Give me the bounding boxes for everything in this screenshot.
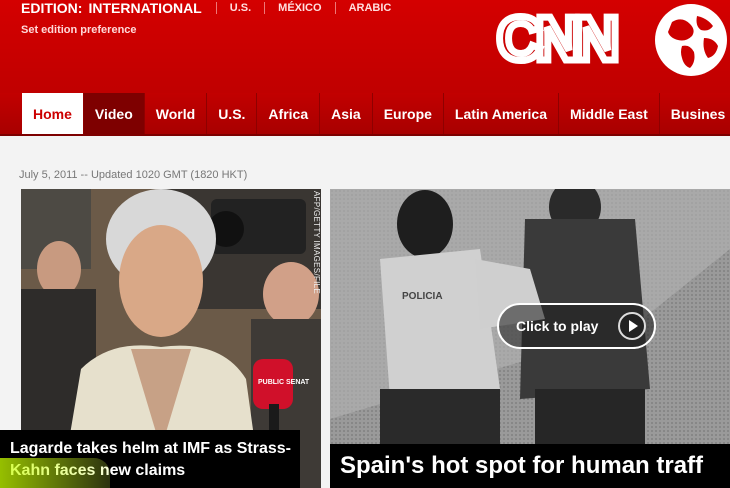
- edition-link-mexico[interactable]: MÉXICO: [264, 2, 334, 14]
- cnn-logo[interactable]: CNN: [495, 4, 645, 70]
- globe-icon: [655, 4, 727, 76]
- nav-item-business[interactable]: Busines: [660, 93, 730, 134]
- edition-bar: EDITION: INTERNATIONAL U.S. MÉXICO ARABI…: [21, 0, 404, 16]
- edition-label: EDITION:: [21, 0, 83, 16]
- nav-item-latin-america[interactable]: Latin America: [444, 93, 559, 134]
- nav-item-middle-east[interactable]: Middle East: [559, 93, 660, 134]
- story-spain-headline[interactable]: Spain's hot spot for human traff: [340, 452, 703, 480]
- nav-item-video[interactable]: Video: [83, 93, 145, 134]
- play-label[interactable]: Click to play: [516, 318, 598, 334]
- main-nav: Home Video World U.S. Africa Asia Europe…: [0, 93, 730, 136]
- edition-link-us[interactable]: U.S.: [215, 2, 264, 14]
- nav-item-home[interactable]: Home: [22, 93, 84, 134]
- site-header: EDITION: INTERNATIONAL U.S. MÉXICO ARABI…: [0, 0, 730, 93]
- story-spain-caption[interactable]: Spain's hot spot for human traff: [330, 444, 730, 488]
- story-lagarde-headline[interactable]: Lagarde takes helm at IMF as Strass-Kahn…: [10, 438, 300, 482]
- nav-item-us[interactable]: U.S.: [207, 93, 258, 134]
- nav-item-europe[interactable]: Europe: [373, 93, 444, 134]
- nav-item-africa[interactable]: Africa: [257, 93, 321, 134]
- click-to-play-button[interactable]: Click to play: [497, 303, 656, 349]
- police-vest-text: POLICIA: [402, 291, 443, 302]
- edition-link-arabic[interactable]: ARABIC: [334, 2, 405, 14]
- nav-item-asia[interactable]: Asia: [320, 93, 373, 134]
- set-edition-preference-link[interactable]: Set edition preference: [21, 24, 137, 36]
- nav-item-world[interactable]: World: [145, 93, 208, 134]
- story-lagarde-caption[interactable]: Lagarde takes helm at IMF as Strass-Kahn…: [0, 430, 300, 488]
- dateline: July 5, 2011 -- Updated 1020 GMT (1820 H…: [19, 169, 248, 181]
- photo-credit: AFP/GETTY IMAGES/FILE: [312, 191, 321, 295]
- cnn-logo-text: CNN: [497, 5, 616, 70]
- edition-selected[interactable]: INTERNATIONAL: [88, 0, 201, 16]
- play-icon[interactable]: [618, 312, 646, 340]
- mic-badge-text: PUBLIC SENAT: [258, 379, 310, 386]
